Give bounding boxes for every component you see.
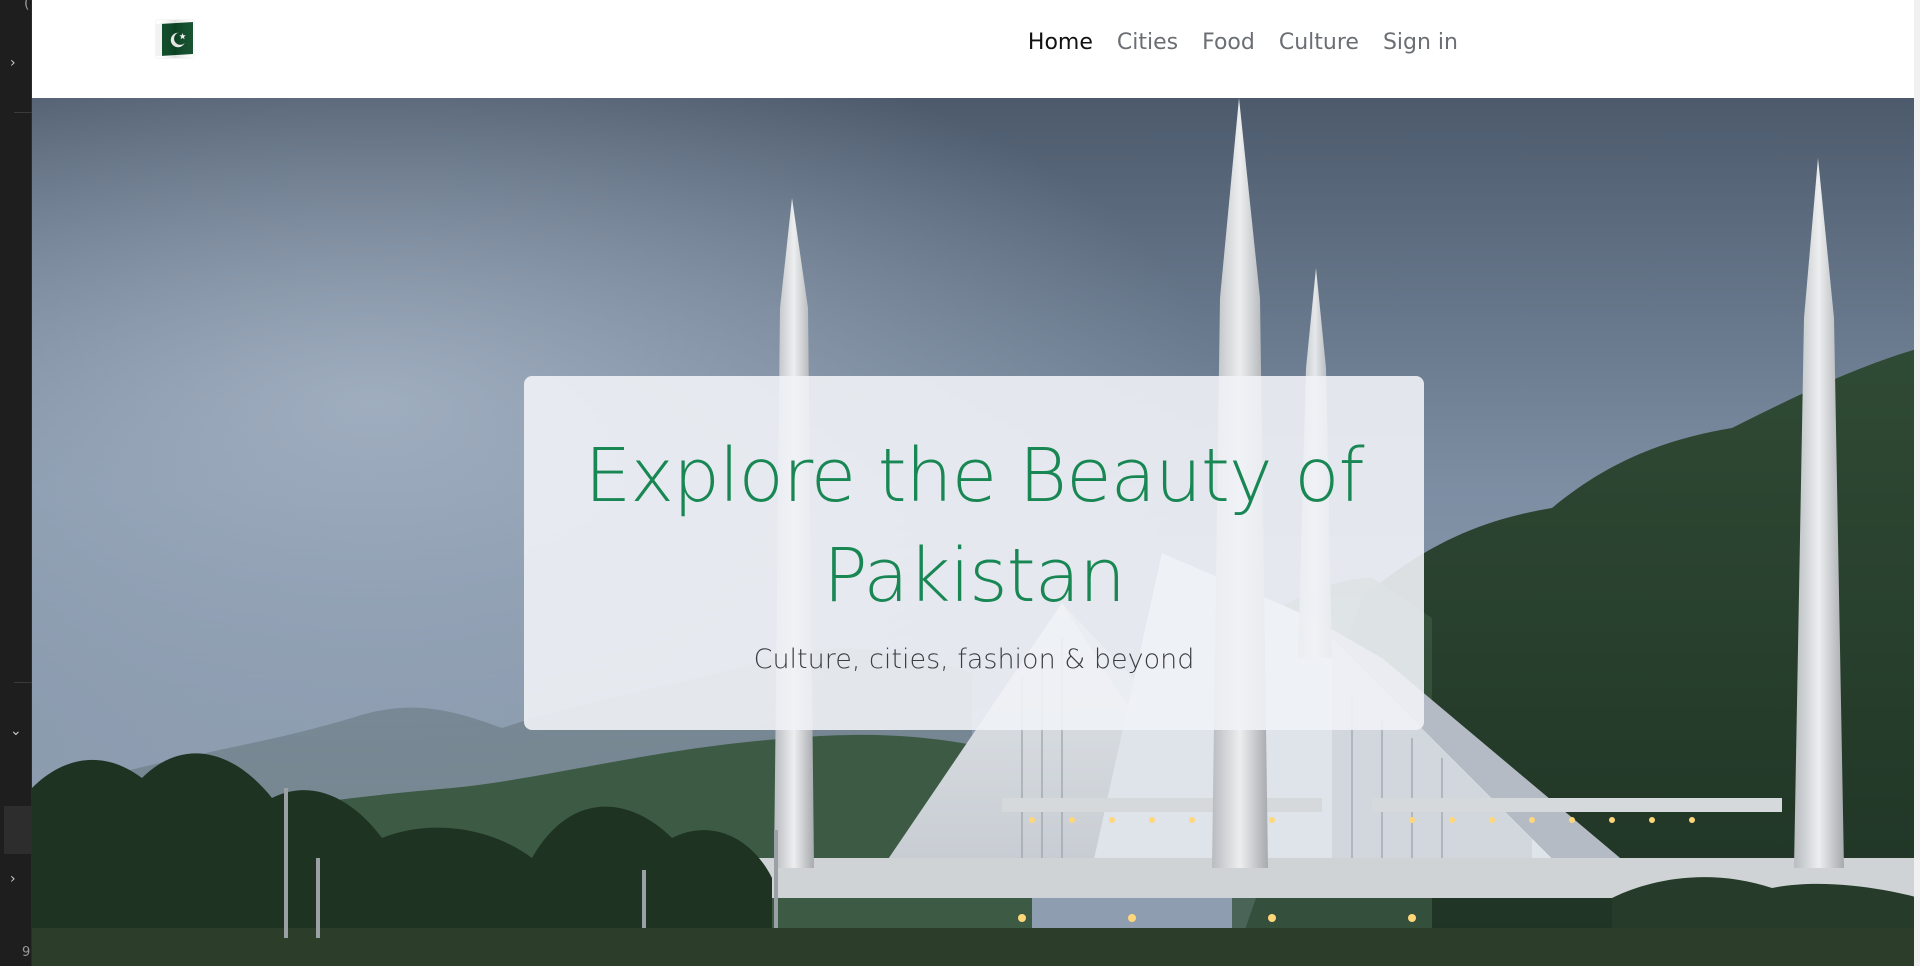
hero-card: Explore the Beauty of Pakistan Culture, … xyxy=(524,376,1424,730)
selected-row xyxy=(4,806,32,854)
nav-link-culture[interactable]: Culture xyxy=(1267,28,1371,58)
hero-title: Explore the Beauty of Pakistan xyxy=(584,433,1364,619)
partial-glyph: ( xyxy=(24,0,30,12)
page-scrollbar[interactable] xyxy=(1914,0,1920,966)
panel-digit: 9 xyxy=(22,945,31,960)
chevron-down-icon[interactable]: ⌄ xyxy=(10,724,24,738)
pakistan-flag-icon[interactable] xyxy=(156,20,194,58)
nav-link-sign-in[interactable]: Sign in xyxy=(1371,28,1470,58)
nav-link-food[interactable]: Food xyxy=(1190,28,1267,58)
nav-link-cities[interactable]: Cities xyxy=(1105,28,1190,58)
divider xyxy=(14,112,32,113)
chevron-right-icon[interactable]: › xyxy=(10,872,24,886)
hero-section: Explore the Beauty of Pakistan Culture, … xyxy=(32,98,1920,966)
nav-link-home[interactable]: Home xyxy=(1016,28,1105,58)
main-nav: Home Cities Food Culture Sign in xyxy=(1016,28,1470,58)
navbar: Home Cities Food Culture Sign in xyxy=(32,0,1920,98)
editor-side-strip: ( › ⌄ › 9 xyxy=(0,0,32,966)
hero-subtitle: Culture, cities, fashion & beyond xyxy=(753,644,1195,675)
chevron-right-icon[interactable]: › xyxy=(10,56,24,70)
web-page: Home Cities Food Culture Sign in Explore… xyxy=(32,0,1920,966)
divider xyxy=(14,682,32,683)
